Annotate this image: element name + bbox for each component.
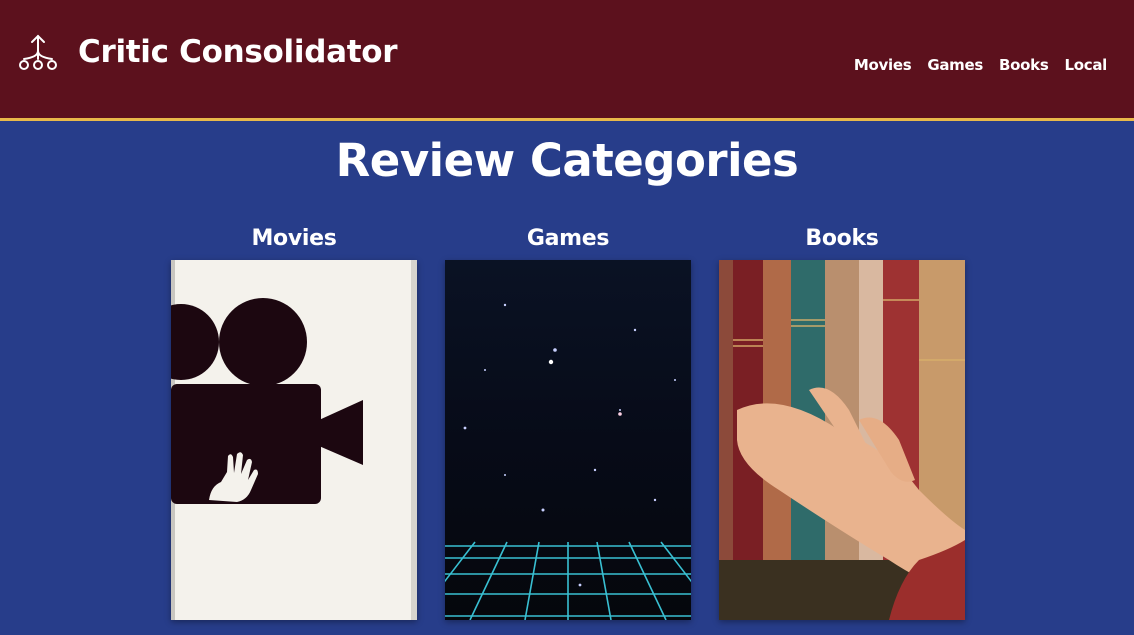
- movie-camera-image[interactable]: [171, 260, 417, 620]
- page-title: Review Categories: [335, 134, 799, 187]
- site-header: Critic Consolidator Movies Games Books L…: [0, 0, 1134, 121]
- category-label-movies: Movies: [251, 226, 337, 251]
- category-card-games[interactable]: Games: [445, 224, 691, 620]
- retro-grid-starfield-image[interactable]: [445, 260, 691, 620]
- category-card-books[interactable]: Books: [719, 224, 965, 620]
- category-label-games: Games: [526, 226, 610, 251]
- hand-on-bookshelf-image[interactable]: [719, 260, 965, 620]
- nav-link-games[interactable]: Games: [927, 56, 983, 74]
- category-label-books: Books: [805, 226, 879, 251]
- main-nav: Movies Games Books Local: [854, 56, 1107, 74]
- category-card-movies[interactable]: Movies: [171, 224, 417, 620]
- nav-link-movies[interactable]: Movies: [854, 56, 912, 74]
- site-title[interactable]: Critic Consolidator: [78, 34, 398, 70]
- nav-link-local[interactable]: Local: [1064, 56, 1107, 74]
- nav-link-books[interactable]: Books: [999, 56, 1049, 74]
- network-tree-icon[interactable]: [16, 33, 60, 73]
